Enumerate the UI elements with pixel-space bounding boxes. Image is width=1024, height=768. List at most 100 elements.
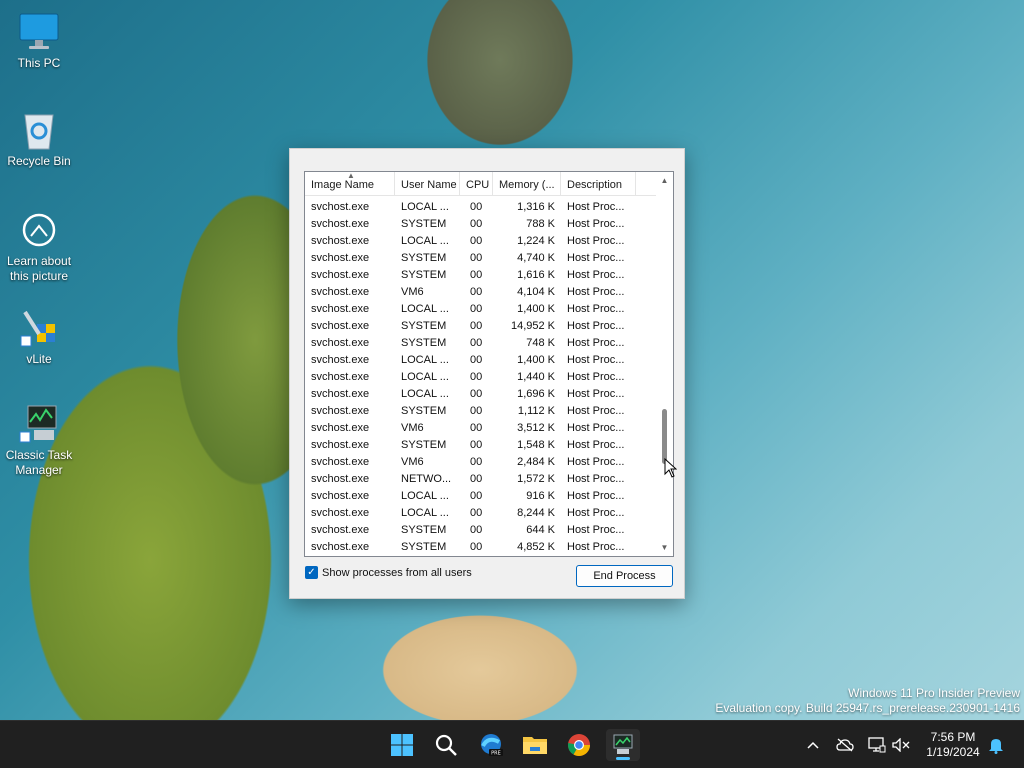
taskbar: PRE 7:56 PM 1/19/2024 — [0, 720, 1024, 768]
cell-user-name: SYSTEM — [401, 269, 447, 281]
cell-memory: 1,572 K — [517, 473, 555, 485]
cell-memory: 4,740 K — [517, 252, 555, 264]
cell-image-name: svchost.exe — [311, 371, 370, 383]
file-explorer-button[interactable] — [518, 729, 552, 761]
search-icon — [435, 734, 457, 756]
chevron-up-icon — [807, 741, 819, 749]
process-row[interactable]: svchost.exe SYSTEM 00 1,112 K Host Proc... — [305, 403, 657, 420]
scroll-up-icon[interactable]: ▲ — [656, 172, 673, 189]
process-list[interactable]: ▲ Image Name User Name CPU Memory (... D… — [304, 171, 674, 557]
vertical-scrollbar[interactable]: ▲ ▼ — [656, 172, 673, 556]
process-row[interactable]: svchost.exe LOCAL ... 00 1,696 K Host Proc..… — [305, 386, 657, 403]
process-row[interactable]: svchost.exe VM6 00 2,484 K Host Proc... — [305, 454, 657, 471]
start-button[interactable] — [385, 729, 419, 761]
cell-user-name: SYSTEM — [401, 524, 447, 536]
cell-description: Host Proc... — [567, 337, 625, 349]
column-header-cpu[interactable]: CPU — [460, 172, 493, 196]
scroll-down-icon[interactable]: ▼ — [656, 539, 673, 556]
desktop-icon-classic-task-manager[interactable]: Classic Task Manager — [4, 402, 74, 478]
cell-user-name: SYSTEM — [401, 541, 447, 553]
show-all-users-label: Show processes from all users — [322, 566, 472, 579]
end-process-button[interactable]: End Process — [576, 565, 673, 587]
process-row[interactable]: svchost.exe SYSTEM 00 1,616 K Host Proc... — [305, 267, 657, 284]
scroll-thumb[interactable] — [662, 409, 667, 464]
task-manager-taskbar-button[interactable] — [606, 729, 640, 761]
cell-description: Host Proc... — [567, 507, 625, 519]
process-row[interactable]: svchost.exe LOCAL ... 00 1,440 K Host Proc..… — [305, 369, 657, 386]
cell-cpu: 00 — [470, 422, 483, 434]
cell-cpu: 00 — [470, 354, 483, 366]
recycle-bin-icon — [17, 108, 61, 152]
network-tray-button[interactable] — [867, 735, 887, 755]
show-hidden-icons-button[interactable] — [803, 735, 823, 755]
cell-memory: 1,112 K — [517, 405, 555, 417]
cell-image-name: svchost.exe — [311, 252, 370, 264]
process-row[interactable]: svchost.exe LOCAL ... 00 916 K Host Proc... — [305, 488, 657, 505]
desktop-icon-recycle-bin[interactable]: Recycle Bin — [4, 108, 74, 169]
process-row[interactable]: svchost.exe SYSTEM 00 4,852 K Host Proc... — [305, 539, 657, 556]
windows-watermark: Windows 11 Pro Insider Preview Evaluatio… — [715, 686, 1020, 716]
cell-image-name: svchost.exe — [311, 422, 370, 434]
process-row[interactable]: svchost.exe LOCAL ... 00 1,224 K Host Proc..… — [305, 233, 657, 250]
volume-tray-button[interactable] — [891, 735, 911, 755]
process-row[interactable]: svchost.exe VM6 00 3,512 K Host Proc... — [305, 420, 657, 437]
process-row[interactable]: svchost.exe LOCAL ... 00 1,316 K Host Proc..… — [305, 199, 657, 216]
cell-description: Host Proc... — [567, 473, 625, 485]
process-row[interactable]: svchost.exe SYSTEM 00 4,740 K Host Proc... — [305, 250, 657, 267]
cell-memory: 4,104 K — [517, 286, 555, 298]
column-header-user-name[interactable]: User Name — [395, 172, 460, 196]
cell-description: Host Proc... — [567, 524, 625, 536]
cell-description: Host Proc... — [567, 320, 625, 332]
cell-user-name: SYSTEM — [401, 320, 447, 332]
cell-cpu: 00 — [470, 252, 483, 264]
notification-button[interactable] — [986, 735, 1006, 755]
process-row[interactable]: svchost.exe NETWO... 00 1,572 K Host Proc... — [305, 471, 657, 488]
chrome-button[interactable] — [562, 729, 596, 761]
cell-cpu: 00 — [470, 524, 483, 536]
cell-user-name: LOCAL ... — [401, 371, 449, 383]
edge-dev-button[interactable]: PRE — [474, 729, 508, 761]
process-row[interactable]: svchost.exe SYSTEM 00 14,952 K Host Proc... — [305, 318, 657, 335]
column-header-description[interactable]: Description — [561, 172, 636, 196]
column-header-memory[interactable]: Memory (... — [493, 172, 561, 196]
taskbar-clock[interactable]: 7:56 PM 1/19/2024 — [922, 730, 984, 760]
cell-memory: 1,616 K — [517, 269, 555, 281]
column-header-image-name[interactable]: ▲ Image Name — [305, 172, 395, 196]
cell-description: Host Proc... — [567, 354, 625, 366]
desktop-icon-learn-about-picture[interactable]: Learn about this picture — [4, 208, 74, 284]
cell-cpu: 00 — [470, 439, 483, 451]
watermark-edition: Windows 11 Pro Insider Preview — [848, 686, 1020, 700]
process-row[interactable]: svchost.exe LOCAL ... 00 1,400 K Host Proc..… — [305, 352, 657, 369]
process-row[interactable]: svchost.exe LOCAL ... 00 8,244 K Host Proc..… — [305, 505, 657, 522]
process-row[interactable]: svchost.exe LOCAL ... 00 1,400 K Host Proc..… — [305, 301, 657, 318]
desktop-icon-this-pc[interactable]: This PC — [4, 10, 74, 71]
process-row[interactable]: svchost.exe SYSTEM 00 788 K Host Proc... — [305, 216, 657, 233]
show-all-users-option[interactable]: ✓ Show processes from all users — [305, 566, 472, 579]
cell-description: Host Proc... — [567, 286, 625, 298]
cell-memory: 3,512 K — [517, 422, 555, 434]
column-header-label: Description — [567, 179, 623, 191]
cell-user-name: SYSTEM — [401, 218, 447, 230]
search-button[interactable] — [429, 729, 463, 761]
edge-dev-icon: PRE — [481, 734, 503, 757]
cell-image-name: svchost.exe — [311, 303, 370, 315]
cell-cpu: 00 — [470, 405, 483, 417]
process-rows: svchost.exe LOCAL ... 00 1,316 K Host Proc..… — [305, 199, 657, 556]
cell-description: Host Proc... — [567, 405, 625, 417]
process-row[interactable]: svchost.exe VM6 00 4,104 K Host Proc... — [305, 284, 657, 301]
notification-bell-icon — [989, 739, 1003, 754]
column-header-filler — [636, 172, 657, 196]
cell-memory: 8,244 K — [517, 507, 555, 519]
desktop-icon-label: This PC — [17, 56, 61, 70]
cell-image-name: svchost.exe — [311, 473, 370, 485]
cell-cpu: 00 — [470, 456, 483, 468]
process-row[interactable]: svchost.exe SYSTEM 00 1,548 K Host Proc... — [305, 437, 657, 454]
cell-description: Host Proc... — [567, 456, 625, 468]
process-row[interactable]: svchost.exe SYSTEM 00 748 K Host Proc... — [305, 335, 657, 352]
process-row[interactable]: svchost.exe SYSTEM 00 644 K Host Proc... — [305, 522, 657, 539]
cell-memory: 1,400 K — [517, 303, 555, 315]
sort-up-icon: ▲ — [347, 172, 355, 180]
onedrive-tray-button[interactable] — [835, 735, 855, 755]
desktop-icon-vlite[interactable]: vLite — [4, 306, 74, 367]
show-all-users-checkbox[interactable]: ✓ — [305, 566, 318, 579]
